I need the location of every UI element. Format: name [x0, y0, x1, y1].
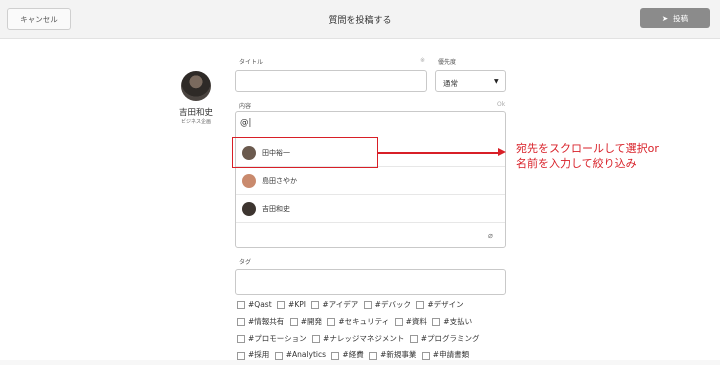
tag-checkbox[interactable]: #Analytics: [274, 348, 326, 363]
tag-checkbox[interactable]: #開発: [289, 315, 322, 330]
checkbox-icon: [237, 334, 245, 343]
tag-row: #採用 #Analytics #経費 #新規事業 #申請書類: [237, 348, 527, 365]
tag-checkbox[interactable]: #ナレッジマネジメント: [312, 332, 404, 347]
checkbox-icon: [409, 334, 418, 343]
annotation-arrow: [378, 152, 500, 154]
mention-item[interactable]: 島田さやか: [236, 167, 505, 195]
page-title: 質問を投稿する: [328, 16, 392, 26]
tag-checkbox[interactable]: #セキュリティ: [327, 315, 389, 330]
tag-checkbox[interactable]: #デバック: [363, 298, 411, 313]
paperclip-icon[interactable]: ⌀: [488, 231, 493, 240]
top-bar: キャンセル 質問を投稿する ➤ 投稿: [0, 0, 720, 39]
checkbox-icon: [327, 318, 336, 326]
post-question-screen: キャンセル 質問を投稿する ➤ 投稿 吉田和史 ビジネス企画 タイトル ※ 優先…: [0, 0, 720, 360]
mention-avatar: [242, 202, 256, 216]
content-label: 内容: [239, 103, 252, 110]
tag-checkbox[interactable]: #支払い: [432, 315, 472, 330]
tag-row: #プロモーション #ナレッジマネジメント #プログラミング: [237, 332, 527, 349]
checkbox-icon: [277, 301, 286, 310]
tag-checkbox[interactable]: #経費: [331, 348, 364, 363]
tag-checkbox[interactable]: #プログラミング: [409, 332, 480, 347]
highlight-box: [232, 137, 378, 168]
content-value: @|: [240, 118, 252, 128]
checkbox-icon: [237, 351, 245, 360]
title-input[interactable]: [235, 70, 427, 92]
priority-value: 通常: [443, 79, 458, 88]
tag-checkbox[interactable]: #採用: [237, 348, 269, 363]
mention-avatar: [242, 174, 256, 188]
tag-checkbox[interactable]: #プロモーション: [237, 332, 307, 347]
user-name: 吉田和史: [178, 108, 213, 118]
checkbox-icon: [289, 318, 298, 326]
checkbox-icon: [311, 301, 320, 310]
dropdown-arrow-icon: ▼: [494, 78, 499, 85]
tag-checkbox[interactable]: #新規事業: [369, 348, 416, 363]
checkbox-icon: [331, 351, 340, 360]
priority-label: 優先度: [438, 59, 457, 66]
tag-checkbox[interactable]: #Qast: [237, 298, 272, 313]
checkbox-icon: [416, 301, 425, 310]
avatar: [181, 71, 211, 101]
checkbox-icon: [312, 334, 321, 343]
title-label: タイトル: [239, 59, 264, 66]
checkbox-icon: [274, 351, 283, 360]
arrowhead-icon: [498, 148, 506, 156]
checkbox-icon: [369, 351, 378, 360]
annotation-text: 宛先をスクロールして選択or 名前を入力して絞り込み: [516, 142, 659, 170]
tag-checkbox-list: #Qast #KPI #アイデア #デバック #デザイン #情報共有 #開発 #…: [237, 298, 527, 365]
content-ok: Ok: [497, 101, 506, 108]
tag-checkbox[interactable]: #情報共有: [237, 315, 284, 330]
checkbox-icon: [237, 318, 245, 326]
checkbox-icon: [421, 351, 430, 360]
tag-checkbox[interactable]: #デザイン: [416, 298, 464, 313]
tag-row: #Qast #KPI #アイデア #デバック #デザイン: [237, 298, 527, 315]
user-department: ビジネス企画: [180, 119, 211, 125]
checkbox-icon: [363, 301, 372, 310]
checkbox-icon: [432, 318, 441, 326]
checkbox-icon: [394, 318, 403, 326]
tag-input[interactable]: [235, 269, 506, 295]
tag-label: タグ: [239, 259, 252, 266]
tag-row: #情報共有 #開発 #セキュリティ #資料 #支払い: [237, 315, 527, 332]
tag-checkbox[interactable]: #申請書類: [421, 348, 469, 363]
tag-checkbox[interactable]: #資料: [394, 315, 427, 330]
tag-checkbox[interactable]: #アイデア: [311, 298, 358, 313]
tag-checkbox[interactable]: #KPI: [277, 298, 306, 313]
post-button[interactable]: ➤ 投稿: [640, 8, 710, 28]
checkbox-icon: [237, 301, 245, 310]
required-mark: ※: [420, 57, 426, 64]
send-icon: ➤: [661, 13, 669, 23]
mention-item[interactable]: 吉田和史: [236, 195, 505, 223]
